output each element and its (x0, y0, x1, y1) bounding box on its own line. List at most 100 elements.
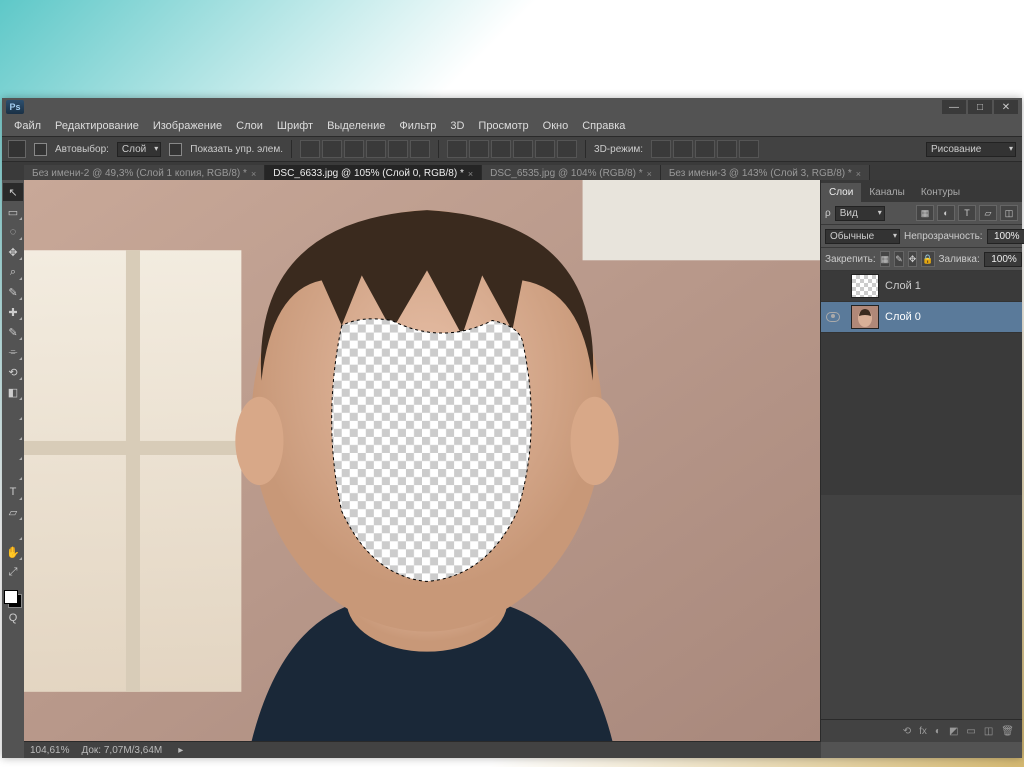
blend-mode-dropdown[interactable]: Обычные (825, 229, 900, 244)
close-icon[interactable]: × (251, 169, 256, 179)
layer-name[interactable]: Слой 1 (885, 280, 921, 292)
lasso-tool[interactable]: ◌ (3, 223, 23, 241)
align-icon[interactable] (300, 140, 320, 158)
opacity-value[interactable]: 100% (987, 229, 1024, 244)
filter-adjust-icon[interactable]: ◐ (937, 205, 955, 221)
menu-window[interactable]: Окно (537, 118, 575, 134)
workspace-dropdown[interactable]: Рисование (926, 142, 1016, 157)
align-icon[interactable] (410, 140, 430, 158)
heal-tool[interactable]: ✚ (3, 303, 23, 321)
type-tool[interactable]: T (3, 483, 23, 501)
menu-3d[interactable]: 3D (444, 118, 470, 134)
wand-tool[interactable]: ✥ (3, 243, 23, 261)
close-icon[interactable]: × (856, 169, 861, 179)
distribute-icon[interactable] (557, 140, 577, 158)
menu-select[interactable]: Выделение (321, 118, 391, 134)
align-icon[interactable] (322, 140, 342, 158)
adjustment-icon[interactable]: ◩ (949, 726, 958, 737)
filter-shape-icon[interactable]: ▱ (979, 205, 997, 221)
blur-tool[interactable] (3, 423, 23, 441)
layer-name[interactable]: Слой 0 (885, 311, 921, 323)
move-tool[interactable]: ↖ (3, 183, 23, 201)
quickmask-tool[interactable]: Q (3, 609, 23, 627)
close-icon[interactable]: × (468, 169, 473, 179)
distribute-icon[interactable] (491, 140, 511, 158)
divider (291, 140, 292, 158)
shape-tool[interactable] (3, 523, 23, 541)
tab-layers[interactable]: Слои (821, 183, 861, 202)
menu-edit[interactable]: Редактирование (49, 118, 145, 134)
group-icon[interactable]: ▭ (966, 726, 975, 737)
brush-tool[interactable]: ✎ (3, 323, 23, 341)
align-icon[interactable] (344, 140, 364, 158)
zoom-level[interactable]: 104,61% (30, 745, 69, 756)
layer-thumbnail[interactable] (851, 305, 879, 329)
tab-paths[interactable]: Контуры (913, 183, 968, 202)
history-brush-tool[interactable]: ⟲ (3, 363, 23, 381)
autoselect-checkbox[interactable] (34, 143, 47, 156)
distribute-icon[interactable] (469, 140, 489, 158)
layer-row[interactable]: Слой 0 (821, 302, 1022, 333)
lock-all-icon[interactable]: 🔒 (921, 251, 934, 267)
minimize-button[interactable]: — (942, 100, 966, 114)
filter-type-dropdown[interactable]: Вид (835, 206, 885, 221)
marquee-tool[interactable]: ▭ (3, 203, 23, 221)
mask-icon[interactable]: ◐ (935, 726, 941, 737)
close-button[interactable]: ✕ (994, 100, 1018, 114)
tab-channels[interactable]: Каналы (861, 183, 913, 202)
fill-value[interactable]: 100% (984, 252, 1022, 267)
show-controls-checkbox[interactable] (169, 143, 182, 156)
dodge-tool[interactable] (3, 443, 23, 461)
layer-thumbnail[interactable] (851, 274, 879, 298)
crop-tool[interactable]: ⌕ (3, 263, 23, 281)
align-icon[interactable] (388, 140, 408, 158)
close-icon[interactable]: × (647, 169, 652, 179)
fg-color-swatch[interactable] (4, 590, 18, 604)
3d-icon[interactable] (717, 140, 737, 158)
3d-icon[interactable] (739, 140, 759, 158)
distribute-icon[interactable] (513, 140, 533, 158)
lock-position-icon[interactable]: ✥ (908, 251, 918, 267)
menu-filter[interactable]: Фильтр (393, 118, 442, 134)
new-layer-icon[interactable]: ◫ (984, 726, 993, 737)
distribute-icon[interactable] (535, 140, 555, 158)
lock-transparency-icon[interactable]: ▦ (880, 251, 891, 267)
pen-tool[interactable] (3, 463, 23, 481)
document-canvas[interactable] (24, 180, 820, 742)
filter-pixel-icon[interactable]: ▦ (916, 205, 934, 221)
zoom-tool[interactable]: ⤢ (3, 563, 23, 581)
distribute-icon[interactable] (447, 140, 467, 158)
3d-icon[interactable] (651, 140, 671, 158)
autoselect-dropdown[interactable]: Слой (117, 142, 161, 157)
stamp-tool[interactable]: ⌯ (3, 343, 23, 361)
filter-smart-icon[interactable]: ◫ (1000, 205, 1018, 221)
menu-file[interactable]: Файл (8, 118, 47, 134)
lock-pixels-icon[interactable]: ✎ (894, 251, 904, 267)
doc-info-arrow[interactable]: ▸ (178, 745, 183, 756)
path-tool[interactable]: ▱ (3, 503, 23, 521)
visibility-toggle[interactable] (821, 312, 845, 322)
menu-type[interactable]: Шрифт (271, 118, 319, 134)
move-tool-icon[interactable] (8, 140, 26, 158)
color-swatches[interactable] (2, 588, 22, 608)
menu-layer[interactable]: Слои (230, 118, 269, 134)
maximize-button[interactable]: □ (968, 100, 992, 114)
fx-icon[interactable]: fx (919, 726, 927, 737)
menu-help[interactable]: Справка (576, 118, 631, 134)
canvas-area[interactable] (24, 180, 820, 742)
eraser-tool[interactable]: ◧ (3, 383, 23, 401)
trash-icon[interactable]: 🗑 (1001, 726, 1014, 737)
gradient-tool[interactable] (3, 403, 23, 421)
layers-footer: ⟲ fx ◐ ◩ ▭ ◫ 🗑 (821, 719, 1022, 742)
3d-icon[interactable] (673, 140, 693, 158)
3d-icon[interactable] (695, 140, 715, 158)
layer-row[interactable]: Слой 1 (821, 271, 1022, 302)
align-icon[interactable] (366, 140, 386, 158)
eyedropper-tool[interactable]: ✎ (3, 283, 23, 301)
hand-tool[interactable]: ✋ (3, 543, 23, 561)
link-layers-icon[interactable]: ⟲ (903, 726, 911, 737)
menu-image[interactable]: Изображение (147, 118, 228, 134)
menu-view[interactable]: Просмотр (472, 118, 534, 134)
layer-list: Слой 1 Слой 0 (821, 271, 1022, 495)
filter-type-icon[interactable]: T (958, 205, 976, 221)
